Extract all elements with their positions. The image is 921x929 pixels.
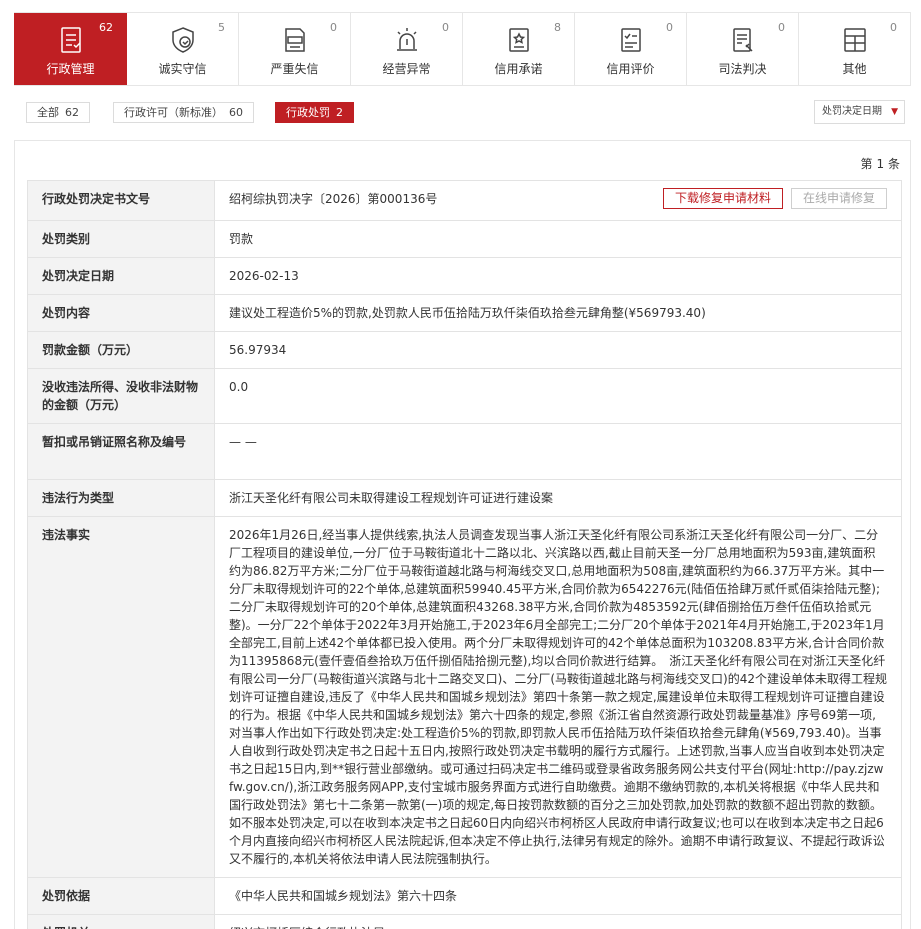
penalty-detail-table: 行政处罚决定书文号 绍柯综执罚决字〔2026〕第000136号 下载修复申请材料… — [27, 180, 902, 929]
field-label: 违法行为类型 — [27, 479, 215, 517]
table-row: 行政处罚决定书文号 绍柯综执罚决字〔2026〕第000136号 下载修复申请材料… — [27, 180, 902, 221]
filter-row: 全部 62 行政许可（新标准） 60 行政处罚 2 处罚决定日期 ▼ — [14, 96, 911, 131]
tab-credit-evaluation[interactable]: 0 信用评价 — [575, 13, 687, 85]
filter-count: 60 — [229, 106, 243, 119]
filter-admin-penalty[interactable]: 行政处罚 2 — [275, 102, 354, 123]
tab-count: 0 — [666, 21, 673, 34]
tab-count: 0 — [778, 21, 785, 34]
caret-down-icon: ▼ — [891, 107, 898, 117]
table-row: 违法行为类型 浙江天圣化纤有限公司未取得建设工程规划许可证进行建设案 — [27, 479, 902, 517]
download-repair-materials-button[interactable]: 下载修复申请材料 — [662, 188, 783, 209]
tab-credit-commitment[interactable]: 8 信用承诺 — [463, 13, 575, 85]
document-list-icon — [56, 25, 86, 55]
commitment-certificate-icon — [504, 25, 534, 55]
field-value: 2026年1月26日,经当事人提供线索,执法人员调查发现当事人浙江天圣化纤有限公… — [214, 516, 902, 878]
tab-administrative-management[interactable]: 62 行政管理 — [14, 13, 127, 85]
field-label: 处罚决定日期 — [27, 257, 215, 295]
tab-abnormal-operation[interactable]: 0 经营异常 — [351, 13, 463, 85]
tab-honesty[interactable]: 5 诚实守信 — [127, 13, 239, 85]
decision-number: 绍柯综执罚决字〔2026〕第000136号 — [229, 192, 438, 206]
tab-label: 行政管理 — [46, 62, 95, 76]
table-row: 处罚内容 建议处工程造价5%的罚款,处罚款人民币伍拾陆万玖仟柒佰玖拾叁元肆角整(… — [27, 294, 902, 332]
filter-label: 全部 — [37, 106, 59, 119]
tab-label: 严重失信 — [270, 62, 319, 76]
field-label: 暂扣或吊销证照名称及编号 — [27, 423, 215, 480]
filter-count: 62 — [65, 106, 79, 119]
field-value: — — — [214, 423, 902, 480]
tab-count: 0 — [890, 21, 897, 34]
judgment-document-icon — [728, 25, 758, 55]
filter-all[interactable]: 全部 62 — [26, 102, 90, 123]
detail-panel: 信用中国 信用中国 信用中国 第1 条 行政处罚决定书文号 绍柯综执罚决字〔20… — [14, 140, 911, 929]
field-value: 罚款 — [214, 220, 902, 258]
field-value: 0.0 — [214, 368, 902, 424]
tab-label: 信用评价 — [606, 62, 655, 76]
tab-judicial-judgment[interactable]: 0 司法判决 — [687, 13, 799, 85]
table-row: 暂扣或吊销证照名称及编号 — — — [27, 423, 902, 480]
field-value: 绍兴市柯桥区综合行政执法局 — [214, 914, 902, 929]
field-value: 浙江天圣化纤有限公司未取得建设工程规划许可证进行建设案 — [214, 479, 902, 517]
tab-label: 诚实守信 — [158, 62, 207, 76]
field-value: 绍柯综执罚决字〔2026〕第000136号 下载修复申请材料 在线申请修复 — [214, 180, 902, 221]
field-value: 建议处工程造价5%的罚款,处罚款人民币伍拾陆万玖仟柒佰玖拾叁元肆角整(¥5697… — [214, 294, 902, 332]
other-grid-icon — [840, 25, 870, 55]
table-row: 处罚类别 罚款 — [27, 220, 902, 258]
tab-serious-dishonesty[interactable]: 0 严重失信 — [239, 13, 351, 85]
field-value: 2026-02-13 — [214, 257, 902, 295]
filter-label: 行政处罚 — [286, 106, 330, 119]
sort-select[interactable]: 处罚决定日期 ▼ — [814, 100, 905, 124]
tab-count: 0 — [330, 21, 337, 34]
alarm-light-icon — [392, 25, 422, 55]
field-label: 没收违法所得、没收非法财物的金额（万元） — [27, 368, 215, 424]
tab-label: 经营异常 — [382, 62, 431, 76]
table-row: 没收违法所得、没收非法财物的金额（万元） 0.0 — [27, 368, 902, 424]
evaluation-form-icon — [616, 25, 646, 55]
field-value: 《中华人民共和国城乡规划法》第六十四条 — [214, 877, 902, 915]
table-row: 处罚机关 绍兴市柯桥区综合行政执法局 — [27, 914, 902, 929]
tab-label: 其他 — [842, 62, 867, 76]
tab-label: 信用承诺 — [494, 62, 543, 76]
tab-count: 5 — [218, 21, 225, 34]
tab-count: 62 — [99, 21, 113, 34]
table-row: 处罚依据 《中华人民共和国城乡规划法》第六十四条 — [27, 877, 902, 915]
table-row: 罚款金额（万元） 56.97934 — [27, 331, 902, 369]
field-value: 56.97934 — [214, 331, 902, 369]
field-label: 处罚机关 — [27, 914, 215, 929]
filter-admin-license[interactable]: 行政许可（新标准） 60 — [113, 102, 254, 123]
shield-badge-icon — [168, 25, 198, 55]
field-label: 罚款金额（万元） — [27, 331, 215, 369]
field-label: 行政处罚决定书文号 — [27, 180, 215, 221]
field-label: 处罚依据 — [27, 877, 215, 915]
table-row: 违法事实 2026年1月26日,经当事人提供线索,执法人员调查发现当事人浙江天圣… — [27, 516, 902, 878]
table-row: 处罚决定日期 2026-02-13 — [27, 257, 902, 295]
field-label: 处罚类别 — [27, 220, 215, 258]
filter-count: 2 — [336, 106, 343, 119]
online-repair-button[interactable]: 在线申请修复 — [790, 188, 887, 209]
tab-count: 0 — [442, 21, 449, 34]
filter-label: 行政许可（新标准） — [124, 106, 223, 119]
record-counter: 第1 条 — [860, 157, 901, 171]
field-label: 处罚内容 — [27, 294, 215, 332]
sort-label: 处罚决定日期 — [822, 106, 882, 117]
blacklist-card-icon — [280, 25, 310, 55]
tab-other[interactable]: 0 其他 — [799, 13, 911, 85]
tab-count: 8 — [554, 21, 561, 34]
category-tabs: 62 行政管理 5 诚实守信 0 严重失信 0 经营异常 8 信用承诺 0 信用… — [14, 12, 911, 86]
tab-label: 司法判决 — [718, 62, 767, 76]
field-label: 违法事实 — [27, 516, 215, 878]
